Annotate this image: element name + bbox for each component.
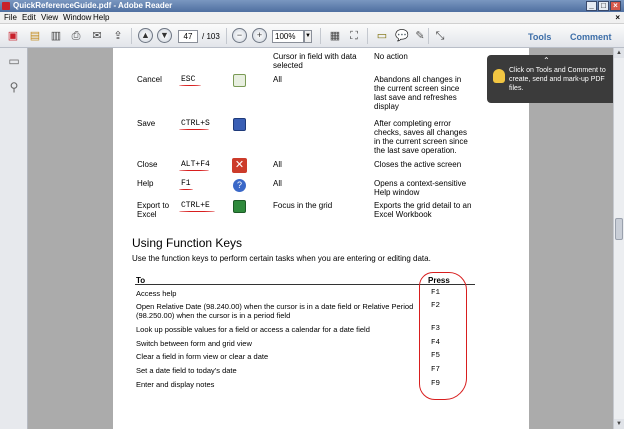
function-key-task: Access help (136, 289, 177, 298)
shortcut-result: Closes the active screen (374, 160, 462, 169)
zoom-out-icon[interactable]: − (232, 28, 247, 43)
red-underline-mark (179, 211, 215, 212)
tools-tooltip: ⌃ Click on Tools and Comment to create, … (487, 55, 617, 103)
chevron-down-icon[interactable]: ▼ (304, 30, 312, 43)
shortcut-keys: CTRL+E (181, 201, 210, 210)
open-file-icon[interactable]: ▤ (27, 28, 43, 44)
pages-panel-icon[interactable]: ▭ (7, 54, 21, 68)
shortcut-command: Help (137, 179, 154, 188)
vertical-scrollbar[interactable]: ▲ ▼ (613, 48, 624, 429)
comment-bubble-icon[interactable]: 💬 (394, 28, 410, 44)
red-underline-mark (179, 170, 209, 171)
shortcut-target: All (273, 160, 282, 169)
toolbar-divider (320, 28, 321, 44)
shortcut-command: Cancel (137, 75, 162, 84)
shortcut-keys: ALT+F4 (181, 160, 210, 169)
shortcut-target: Cursor in field with data selected (273, 52, 357, 70)
excel-icon (233, 200, 246, 213)
shortcut-keys: F1 (181, 179, 191, 188)
shortcut-result: Exports the grid detail to an Excel Work… (374, 201, 472, 219)
zoom-level-input[interactable]: 100% (272, 30, 304, 43)
toolbar-divider (226, 28, 227, 44)
window-title: QuickReferenceGuide.pdf - Adobe Reader (13, 1, 173, 10)
menu-view[interactable]: View (41, 13, 58, 22)
shortcut-target: After completing error checks, saves all… (374, 119, 468, 155)
shortcut-target: All (273, 75, 282, 84)
highlight-icon[interactable]: ✎ (412, 28, 428, 44)
lightbulb-icon (493, 69, 505, 83)
shortcut-target: Focus in the grid (273, 201, 333, 210)
title-bar: QuickReferenceGuide.pdf - Adobe Reader _… (0, 0, 624, 12)
function-key-task: Switch between form and grid view (136, 339, 252, 348)
print-icon[interactable]: ⎙ (68, 28, 84, 44)
scrollbar-thumb[interactable] (615, 218, 623, 240)
chevron-up-icon[interactable]: ⌃ (543, 56, 550, 65)
red-underline-mark (179, 189, 193, 190)
section-title: Using Function Keys (132, 236, 243, 250)
adobe-reader-icon (2, 2, 10, 10)
tools-tab[interactable]: Tools (528, 32, 551, 42)
section-description: Use the function keys to perform certain… (132, 254, 431, 263)
toolbar-divider (367, 28, 368, 44)
scroll-up-icon[interactable]: ▲ (614, 48, 624, 58)
toolbar: ▣ ▤ ▥ ⎙ ✉ ⇪ ▲ ▼ 47 / 103 − + 100% ▼ ▦ ⛶ … (0, 24, 624, 48)
red-underline-mark (179, 85, 201, 86)
function-key-task: Set a date field to today's date (136, 366, 237, 375)
page-total: / 103 (202, 32, 220, 41)
help-question-icon: ? (233, 179, 246, 192)
function-key-task: Look up possible values for a field or a… (136, 325, 370, 334)
fit-page-icon[interactable]: ▦ (327, 28, 343, 44)
menu-file[interactable]: File (4, 13, 17, 22)
function-key-task: Enter and display notes (136, 380, 215, 389)
shortcut-keys: ESC (181, 75, 196, 84)
shortcut-keys: CTRL+S (181, 119, 210, 128)
shortcut-command: Close (137, 160, 158, 169)
sticky-note-icon[interactable]: ▭ (374, 28, 390, 44)
save-disk-icon (233, 118, 246, 131)
close-window-button[interactable]: × (610, 1, 621, 11)
shortcut-result: Opens a context-sensitive Help window (374, 179, 467, 197)
shortcut-command: Save (137, 119, 156, 128)
red-circle-annotation (419, 272, 467, 400)
expand-icon[interactable]: ⤡ (432, 28, 448, 44)
toolbar-divider (428, 28, 429, 44)
shortcut-result: No action (374, 52, 408, 61)
minimize-button[interactable]: _ (586, 1, 597, 11)
zoom-in-icon[interactable]: + (252, 28, 267, 43)
share-icon[interactable]: ⇪ (110, 28, 126, 44)
scroll-down-icon[interactable]: ▼ (614, 419, 624, 429)
shortcut-result: Abandons all changes in the current scre… (374, 75, 462, 111)
cancel-doc-icon (233, 74, 246, 87)
toolbar-divider (131, 28, 132, 44)
document-area[interactable]: Cursor in field with data selected No ac… (29, 48, 613, 429)
close-x-icon: ✕ (232, 158, 247, 173)
function-key-task: Open Relative Date (98.240.00) when the … (136, 302, 414, 320)
page-number-input[interactable]: 47 (178, 30, 198, 43)
function-key-task: Clear a field in form view or clear a da… (136, 352, 269, 361)
save-icon[interactable]: ▥ (48, 28, 64, 44)
next-page-icon[interactable]: ▼ (157, 28, 172, 43)
maximize-button[interactable]: □ (598, 1, 609, 11)
red-underline-mark (179, 129, 209, 130)
email-icon[interactable]: ✉ (89, 28, 105, 44)
shortcut-command: Export to Excel (137, 201, 170, 219)
tooltip-text: Click on Tools and Comment to create, se… (509, 67, 606, 92)
shortcut-target: All (273, 179, 282, 188)
close-document-icon[interactable]: × (615, 13, 620, 22)
menu-edit[interactable]: Edit (22, 13, 36, 22)
comment-tab[interactable]: Comment (570, 32, 612, 42)
attachments-paperclip-icon[interactable]: ⚲ (7, 80, 21, 94)
full-screen-icon[interactable]: ⛶ (346, 28, 362, 44)
navigation-pane: ▭ ⚲ (0, 48, 28, 429)
create-pdf-icon[interactable]: ▣ (5, 28, 21, 44)
menu-help[interactable]: Help (93, 13, 109, 22)
menu-window[interactable]: Window (63, 13, 91, 22)
previous-page-icon[interactable]: ▲ (138, 28, 153, 43)
menu-bar: File Edit View Window Help × (0, 12, 624, 24)
